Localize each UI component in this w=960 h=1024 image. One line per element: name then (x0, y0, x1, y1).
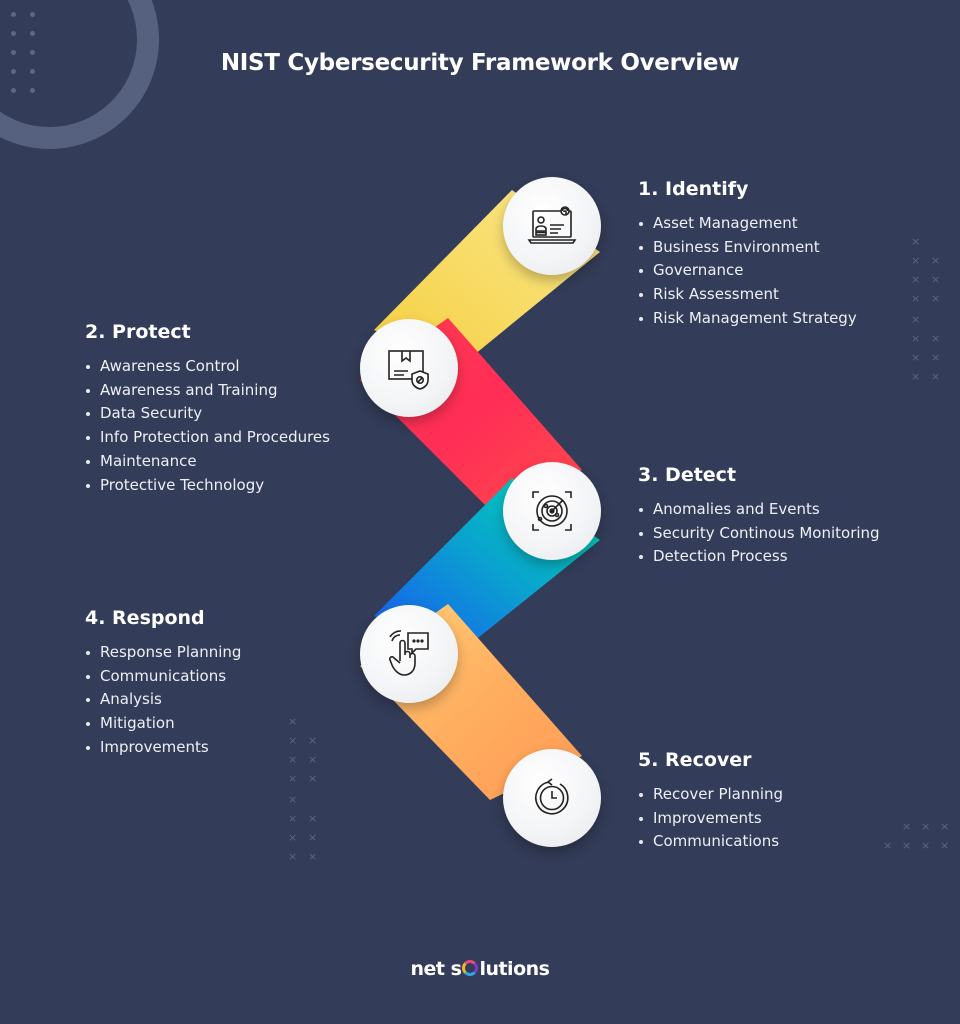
logo-o-ring-icon (462, 960, 479, 976)
net-solutions-logo: net s lutions (0, 958, 960, 980)
list-item: Improvements (85, 736, 241, 760)
radar-scan-icon (532, 491, 572, 531)
box-shield-icon (388, 350, 429, 390)
list-item: Recover Planning (638, 783, 783, 807)
list-item: Info Protection and Procedures (85, 426, 330, 450)
hand-tap-chat-icon (388, 630, 429, 676)
list-item: Mitigation (85, 712, 241, 736)
section-heading: 5. Recover (638, 749, 752, 771)
section-heading: 4. Respond (85, 607, 205, 629)
section-item-list: Asset Management Business Environment Go… (638, 212, 857, 331)
section-identify: 1. Identify Asset Management Business En… (638, 178, 857, 331)
list-item: Business Environment (638, 236, 857, 260)
list-item: Governance (638, 259, 857, 283)
list-item: Anomalies and Events (638, 498, 880, 522)
section-respond: 4. Respond Response Planning Communicati… (85, 607, 241, 760)
list-item: Awareness Control (85, 355, 330, 379)
section-item-list: Anomalies and Events Security Continous … (638, 498, 880, 569)
list-item: Communications (638, 830, 783, 854)
section-item-list: Response Planning Communications Analysi… (85, 641, 241, 760)
detect-node (503, 462, 601, 560)
clock-restore-icon (535, 778, 569, 815)
list-item: Communications (85, 665, 241, 689)
protect-node (360, 319, 458, 417)
list-item: Analysis (85, 688, 241, 712)
list-item: Protective Technology (85, 474, 330, 498)
list-item: Response Planning (85, 641, 241, 665)
section-heading: 2. Protect (85, 321, 191, 343)
section-recover: 5. Recover Recover Planning Improvements… (638, 749, 783, 854)
list-item: Asset Management (638, 212, 857, 236)
section-item-list: Recover Planning Improvements Communicat… (638, 783, 783, 854)
list-item: Security Continous Monitoring (638, 522, 880, 546)
section-detect: 3. Detect Anomalies and Events Security … (638, 464, 880, 569)
logo-text-start: net s (410, 958, 462, 980)
identify-node (503, 177, 601, 275)
section-protect: 2. Protect Awareness Control Awareness a… (85, 321, 330, 497)
section-item-list: Awareness Control Awareness and Training… (85, 355, 330, 497)
list-item: Improvements (638, 807, 783, 831)
respond-node (360, 605, 458, 703)
logo-text-end: lutions (479, 958, 550, 980)
section-heading: 1. Identify (638, 178, 749, 200)
laptop-user-fingerprint-icon (527, 206, 577, 244)
section-heading: 3. Detect (638, 464, 737, 486)
list-item: Risk Management Strategy (638, 307, 857, 331)
list-item: Detection Process (638, 545, 880, 569)
list-item: Data Security (85, 402, 330, 426)
list-item: Maintenance (85, 450, 330, 474)
list-item: Awareness and Training (85, 379, 330, 403)
recover-node (503, 749, 601, 847)
list-item: Risk Assessment (638, 283, 857, 307)
